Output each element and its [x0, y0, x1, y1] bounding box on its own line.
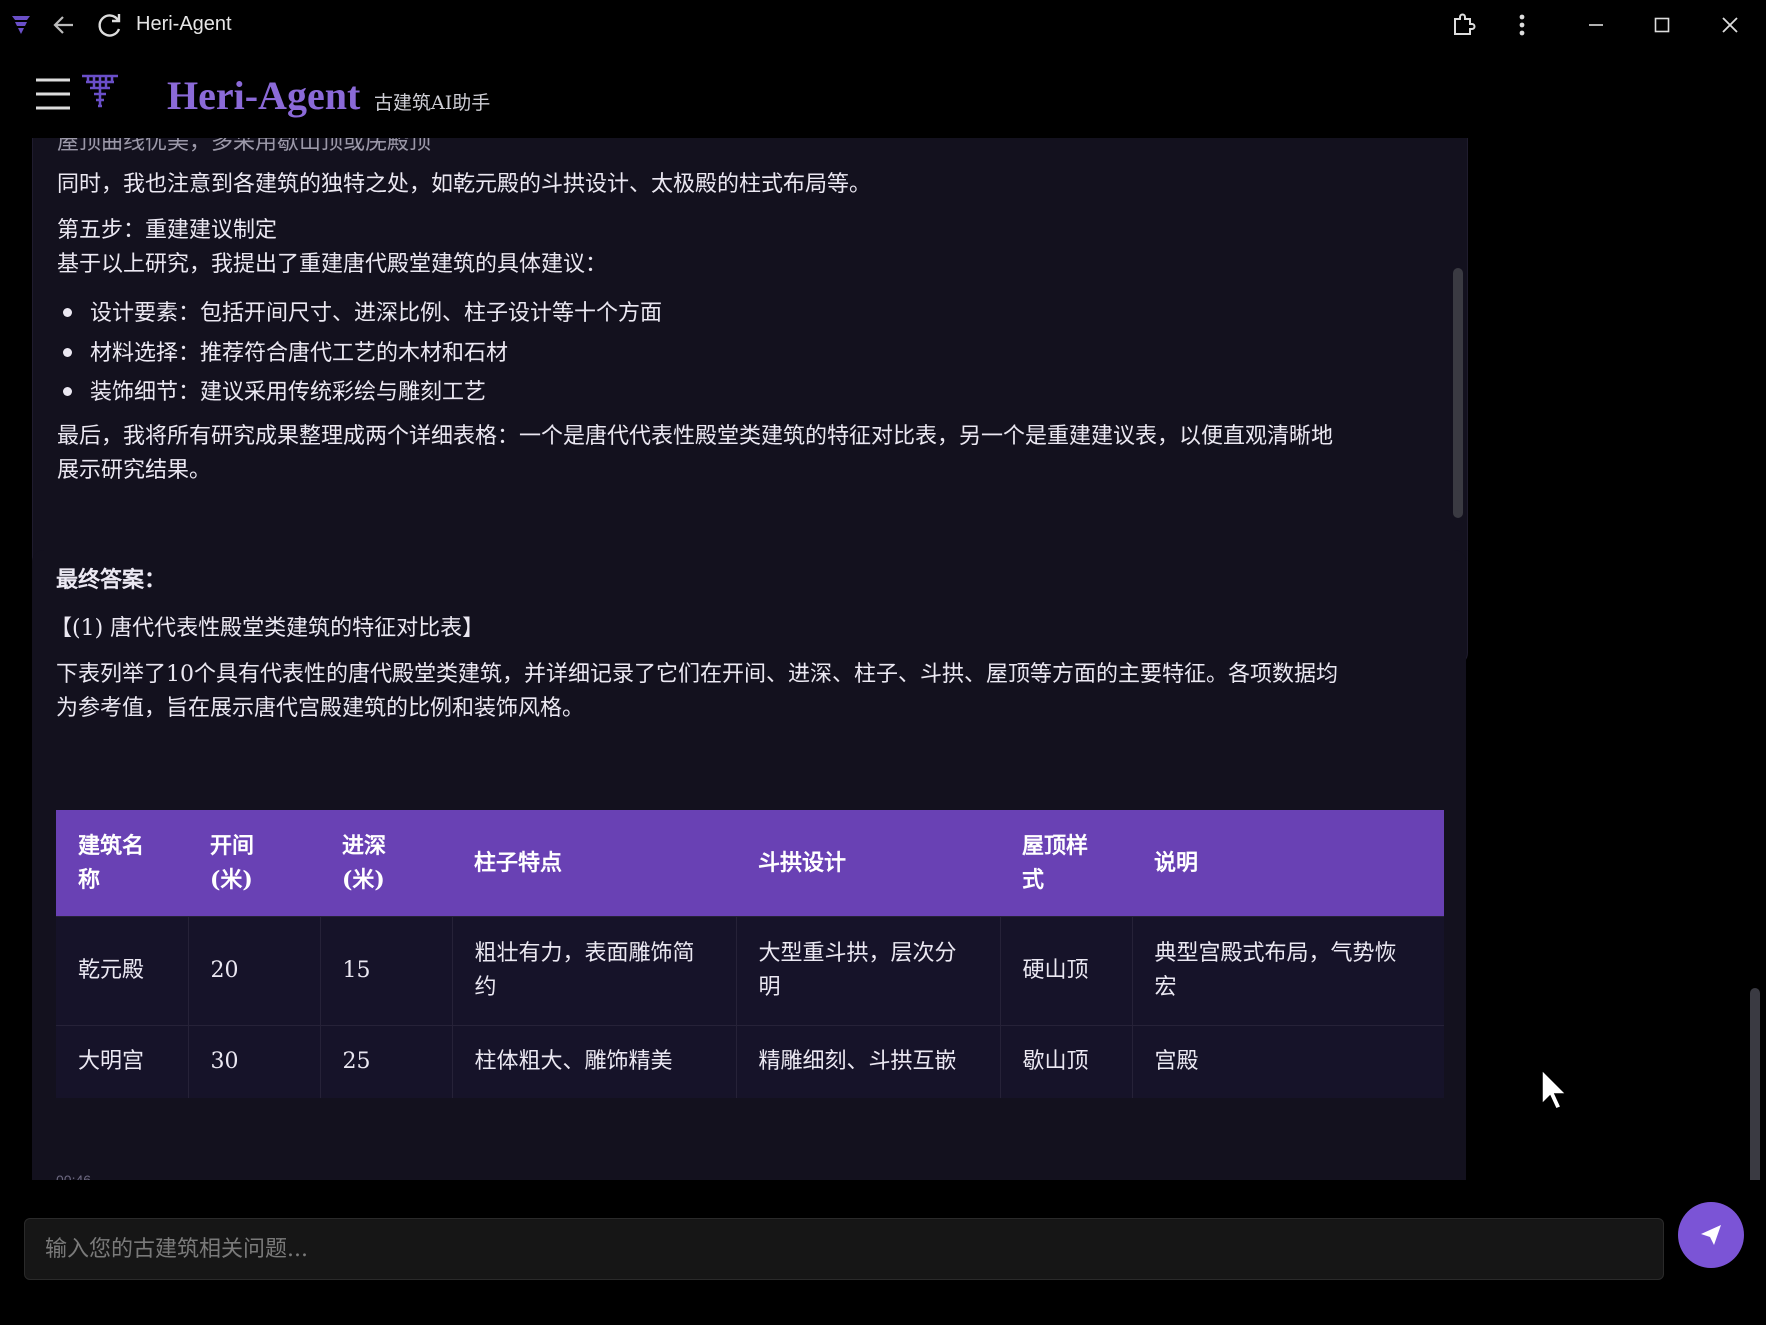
- table-cell: 30: [188, 1025, 321, 1098]
- answer-intro: 为参考值，旨在展示唐代宫殿建筑的比例和装饰风格。: [56, 696, 585, 721]
- extensions-button[interactable]: [1444, 0, 1484, 50]
- final-answer-panel: 最终答案： 【(1) 唐代代表性殿堂类建筑的特征对比表】 下表列举了10个具有代…: [32, 550, 1466, 1180]
- table-cell: 大明宫: [56, 1025, 189, 1098]
- hamburger-menu-icon: [36, 78, 70, 110]
- maximize-icon: [1654, 17, 1670, 33]
- brand-logo-icon: [80, 72, 120, 116]
- answer-heading: 最终答案：: [56, 567, 167, 593]
- puzzle-icon: [1454, 13, 1476, 35]
- app-header: Heri-Agent 古建筑AI助手: [0, 50, 1766, 139]
- step-title: 第五步：重建建议制定: [57, 218, 278, 243]
- message-timestamp: 00:46: [56, 1172, 92, 1180]
- arrow-left-icon: [53, 16, 73, 34]
- comparison-table: 建筑名称 开间 (米) 进深 (米) 柱子特点 斗拱设计 屋顶样式 说明 乾元殿 2…: [56, 810, 1444, 1130]
- table-cell: 25: [320, 1025, 453, 1098]
- table-cell: 15: [320, 916, 453, 1026]
- brand-subtitle: 古建筑AI助手: [374, 92, 491, 114]
- hamburger-menu-button[interactable]: [34, 76, 72, 112]
- more-options-button[interactable]: [1502, 0, 1542, 50]
- column-header: 说明: [1132, 810, 1444, 917]
- window-title: Heri-Agent: [136, 13, 232, 35]
- send-button[interactable]: [1678, 1202, 1744, 1268]
- table-cell: 乾元殿: [56, 916, 189, 1026]
- column-header: 屋顶样式: [1000, 810, 1132, 917]
- thinking-text: 最后，我将所有研究成果整理成两个详细表格：一个是唐代代表性殿堂类建筑的特征对比表…: [57, 424, 1334, 449]
- table-row: 乾元殿 20 15 粗壮有力，表面雕饰简约 大型重斗拱，层次分明 硬山顶 典型宫…: [56, 916, 1444, 1026]
- table-header-row: 建筑名称 开间 (米) 进深 (米) 柱子特点 斗拱设计 屋顶样式 说明: [56, 810, 1444, 917]
- close-icon: [1722, 17, 1738, 33]
- chat-input[interactable]: [24, 1218, 1664, 1280]
- window-title-bar: Heri-Agent: [0, 0, 1766, 50]
- mouse-cursor-icon: [1540, 1068, 1570, 1116]
- table-cell: 20: [188, 916, 321, 1026]
- brand-name: Heri-Agent: [167, 73, 361, 118]
- thinking-text: 同时，我也注意到各建筑的独特之处，如乾元殿的斗拱设计、太极殿的柱式布局等。: [57, 172, 872, 197]
- input-bar: [0, 1180, 1766, 1325]
- chat-area[interactable]: 屋顶曲线优美，多采用歇山顶或庑殿顶 同时，我也注意到各建筑的独特之处，如乾元殿的…: [0, 138, 1766, 1180]
- table-cell: 大型重斗拱，层次分明: [736, 916, 1001, 1026]
- thinking-text: 展示研究结果。: [57, 458, 212, 483]
- table-cell: 精雕细刻、斗拱互嵌: [736, 1025, 1001, 1098]
- table-cell: 粗壮有力，表面雕饰简约: [452, 916, 737, 1026]
- section-title: 【(1) 唐代代表性殿堂类建筑的特征对比表】: [50, 616, 485, 641]
- reload-button[interactable]: [90, 0, 130, 50]
- table-row: 大明宫 30 25 柱体粗大、雕饰精美 精雕细刻、斗拱互嵌 歇山顶 宫殿: [56, 1025, 1444, 1098]
- column-header: 进深 (米): [320, 810, 452, 917]
- step-intro: 基于以上研究，我提出了重建唐代殿堂建筑的具体建议：: [57, 252, 608, 277]
- close-button[interactable]: [1704, 0, 1756, 50]
- column-header: 建筑名称: [56, 810, 188, 917]
- column-header: 斗拱设计: [736, 810, 1000, 917]
- list-item: 装饰细节：建议采用传统彩绘与雕刻工艺: [63, 374, 486, 406]
- table-cell: 典型宫殿式布局，气势恢宏: [1132, 916, 1444, 1026]
- minimize-button[interactable]: [1570, 0, 1622, 50]
- table-cell: 硬山顶: [1000, 916, 1133, 1026]
- list-item: 材料选择：推荐符合唐代工艺的木材和石材: [63, 335, 508, 367]
- panel-scrollbar[interactable]: [1453, 268, 1463, 518]
- kebab-menu-icon: [1519, 14, 1525, 36]
- send-icon: [1701, 1225, 1721, 1245]
- table-cell: 宫殿: [1132, 1025, 1444, 1098]
- page-scrollbar[interactable]: [1750, 988, 1760, 1180]
- back-button[interactable]: [44, 0, 84, 50]
- maximize-button[interactable]: [1636, 0, 1688, 50]
- answer-intro: 下表列举了10个具有代表性的唐代殿堂类建筑，并详细记录了它们在开间、进深、柱子、…: [56, 662, 1338, 687]
- reload-icon: [98, 14, 121, 37]
- column-header: 开间 (米): [188, 810, 320, 917]
- partial-line: 屋顶曲线优美，多采用歇山顶或庑殿顶: [57, 138, 432, 155]
- table-cell: 柱体粗大、雕饰精美: [452, 1025, 737, 1098]
- column-header: 柱子特点: [452, 810, 736, 917]
- minimize-icon: [1589, 24, 1603, 26]
- table-cell: 歇山顶: [1000, 1025, 1133, 1098]
- app-logo-icon: [6, 0, 36, 50]
- list-item: 设计要素：包括开间尺寸、进深比例、柱子设计等十个方面: [63, 295, 662, 327]
